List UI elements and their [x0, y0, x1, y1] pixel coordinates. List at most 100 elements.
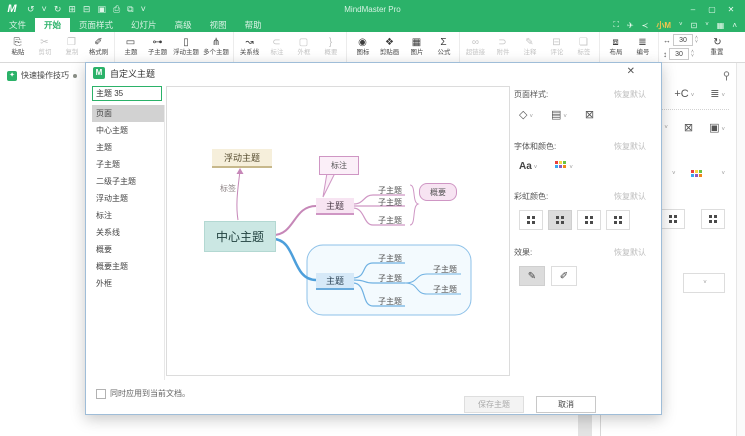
relationship-icon[interactable]: +C˅ — [674, 88, 694, 100]
apps-icon[interactable]: ▦ — [717, 21, 725, 30]
tab[interactable]: 高级 — [166, 18, 201, 32]
preview-subtopic[interactable]: 子主题 — [429, 264, 461, 274]
image-remove-icon[interactable]: ⊠ — [684, 121, 693, 134]
preview-relationship-label[interactable]: 标签 — [220, 183, 236, 194]
preview-subtopic[interactable]: 子主题 — [429, 284, 461, 294]
ribbon-button[interactable]: ✎注释 — [516, 32, 543, 62]
preview-subtopic[interactable]: 子主题 — [374, 215, 406, 225]
preview-topic[interactable]: 主题 — [316, 198, 354, 215]
vertical-spacing-stepper[interactable]: ˄˅ — [691, 50, 694, 58]
preview-topic[interactable]: 主题 — [316, 273, 354, 290]
vertical-spacing-input[interactable]: 30 — [669, 48, 689, 60]
rainbow-option-icon[interactable] — [661, 209, 685, 229]
fill-color-icon[interactable]: ◇˅ — [519, 108, 533, 121]
effect-option-icon[interactable]: ˅ — [683, 273, 725, 293]
quick-tips-chip[interactable]: ✦ 快速操作技巧 — [7, 70, 77, 81]
redo-icon[interactable]: ↻ — [54, 0, 62, 18]
font-icon[interactable]: Aa˅ — [519, 160, 537, 172]
tab[interactable]: 开始 — [35, 18, 70, 32]
text-box-icon[interactable]: ▣˅ — [709, 121, 725, 134]
preview-subtopic[interactable]: 子主题 — [374, 273, 406, 283]
tab[interactable]: 文件 — [0, 18, 35, 32]
dialog-close-icon[interactable]: ✕ — [627, 66, 635, 77]
account-button[interactable]: 小M — [656, 20, 671, 31]
rainbow-option-icon[interactable] — [701, 209, 725, 229]
preview-subtopic[interactable]: 子主题 — [374, 253, 406, 263]
ribbon-button[interactable]: ❏标签 — [570, 32, 597, 62]
remove-image-icon[interactable]: ⊠ — [585, 108, 594, 121]
share-icon[interactable]: ≺ — [642, 21, 649, 30]
element-list-item[interactable]: 子主题 — [92, 156, 164, 173]
rainbow-option-icon[interactable] — [519, 210, 543, 230]
ribbon-button[interactable]: ▦图片 — [403, 32, 430, 62]
sidebar-scrollbar[interactable] — [736, 62, 745, 436]
restore-default-link[interactable]: 恢复默认 — [614, 191, 646, 202]
gift-icon[interactable]: ⊡ — [691, 21, 698, 30]
dialog-titlebar[interactable]: M 自定义主题 — [86, 63, 661, 83]
restore-default-link[interactable]: 恢复默认 — [614, 247, 646, 258]
minimize-button[interactable]: – — [685, 5, 701, 14]
rainbow-option-icon[interactable] — [577, 210, 601, 230]
save-theme-button[interactable]: 保存主题 — [464, 396, 524, 413]
pen-effect-icon[interactable]: ✐ — [551, 266, 577, 286]
maximize-button[interactable]: ▢ — [704, 5, 720, 14]
ribbon-button[interactable]: ↝关系线 — [236, 32, 263, 62]
background-image-icon[interactable]: ▤˅ — [551, 108, 567, 121]
ribbon-button[interactable]: ∞超链接 — [462, 32, 489, 62]
ribbon-button[interactable]: ⧈布局 — [602, 32, 629, 62]
preview-callout[interactable]: 标注 — [319, 156, 359, 175]
ribbon-button[interactable]: ⊃附件 — [489, 32, 516, 62]
element-list-item[interactable]: 外框 — [92, 275, 164, 292]
undo-icon[interactable]: ↺ — [27, 0, 35, 18]
element-list-item[interactable]: 标注 — [92, 207, 164, 224]
ribbon-button[interactable]: ❖剪贴画 — [376, 32, 403, 62]
horizontal-spacing-stepper[interactable]: ˄˅ — [695, 36, 698, 44]
pen-effect-icon-selected[interactable]: ✎ — [519, 266, 545, 286]
numbering-list-icon[interactable]: ≣˅ — [710, 87, 725, 100]
element-list-item[interactable]: 概要 — [92, 241, 164, 258]
open-icon[interactable]: ⊟ — [83, 0, 91, 18]
element-list-item[interactable]: 二级子主题 — [92, 173, 164, 190]
ribbon-button[interactable]: ▭主题 — [117, 32, 144, 62]
preview-subtopic[interactable]: 子主题 — [374, 197, 406, 207]
element-list-item[interactable]: 浮动主题 — [92, 190, 164, 207]
tab[interactable]: 页面样式 — [70, 18, 122, 32]
element-list-item[interactable]: 页面 — [92, 105, 164, 122]
ribbon-button[interactable]: ❐复制 — [58, 32, 85, 62]
collapse-ribbon-icon[interactable]: ˄ — [732, 21, 737, 30]
horizontal-spacing-input[interactable]: 30 — [673, 34, 693, 46]
rainbow-option-icon[interactable] — [606, 210, 630, 230]
ribbon-button[interactable]: ▯浮动主题 — [171, 32, 201, 62]
send-icon[interactable]: ✈ — [627, 21, 634, 30]
ribbon-button[interactable]: ⋔多个主题 — [201, 32, 231, 62]
ribbon-button[interactable]: ⊟评论 — [543, 32, 570, 62]
new-document-icon[interactable]: ⊞ — [68, 0, 76, 18]
ribbon-button[interactable]: ◉图标 — [349, 32, 376, 62]
apply-to-document-checkbox[interactable]: 同时应用到当前文档。 — [96, 388, 190, 399]
ribbon-button[interactable]: ⎘粘贴 — [4, 32, 31, 62]
export-caret-icon[interactable]: ˅ — [141, 0, 146, 18]
reset-button[interactable]: ↻ 重置 — [704, 32, 731, 62]
print-icon[interactable]: ⎙ — [113, 0, 120, 18]
preview-subtopic[interactable]: 子主题 — [374, 185, 406, 195]
element-list-item[interactable]: 概要主题 — [92, 258, 164, 275]
element-list-item[interactable]: 关系线 — [92, 224, 164, 241]
theme-color-icon[interactable] — [691, 170, 703, 178]
export-icon[interactable]: ⧉ — [127, 0, 133, 18]
restore-default-link[interactable]: 恢复默认 — [614, 141, 646, 152]
preview-subtopic[interactable]: 子主题 — [374, 296, 406, 306]
tab[interactable]: 视图 — [201, 18, 236, 32]
ribbon-button[interactable]: ✐格式刷 — [85, 32, 112, 62]
cancel-button[interactable]: 取消 — [536, 396, 596, 413]
restore-default-link[interactable]: 恢复默认 — [614, 89, 646, 100]
ribbon-button[interactable]: ✂剪切 — [31, 32, 58, 62]
ribbon-button[interactable]: ▢外框 — [290, 32, 317, 62]
ribbon-button[interactable]: ⊂标注 — [263, 32, 290, 62]
element-list-item[interactable]: 中心主题 — [92, 122, 164, 139]
preview-central-topic[interactable]: 中心主题 — [204, 221, 276, 252]
tab[interactable]: 帮助 — [236, 18, 271, 32]
ribbon-button[interactable]: Σ公式 — [430, 32, 457, 62]
element-list-item[interactable]: 主题 — [92, 139, 164, 156]
rainbow-option-icon-selected[interactable] — [548, 210, 572, 230]
undo-caret-icon[interactable]: ˅ — [42, 0, 47, 18]
